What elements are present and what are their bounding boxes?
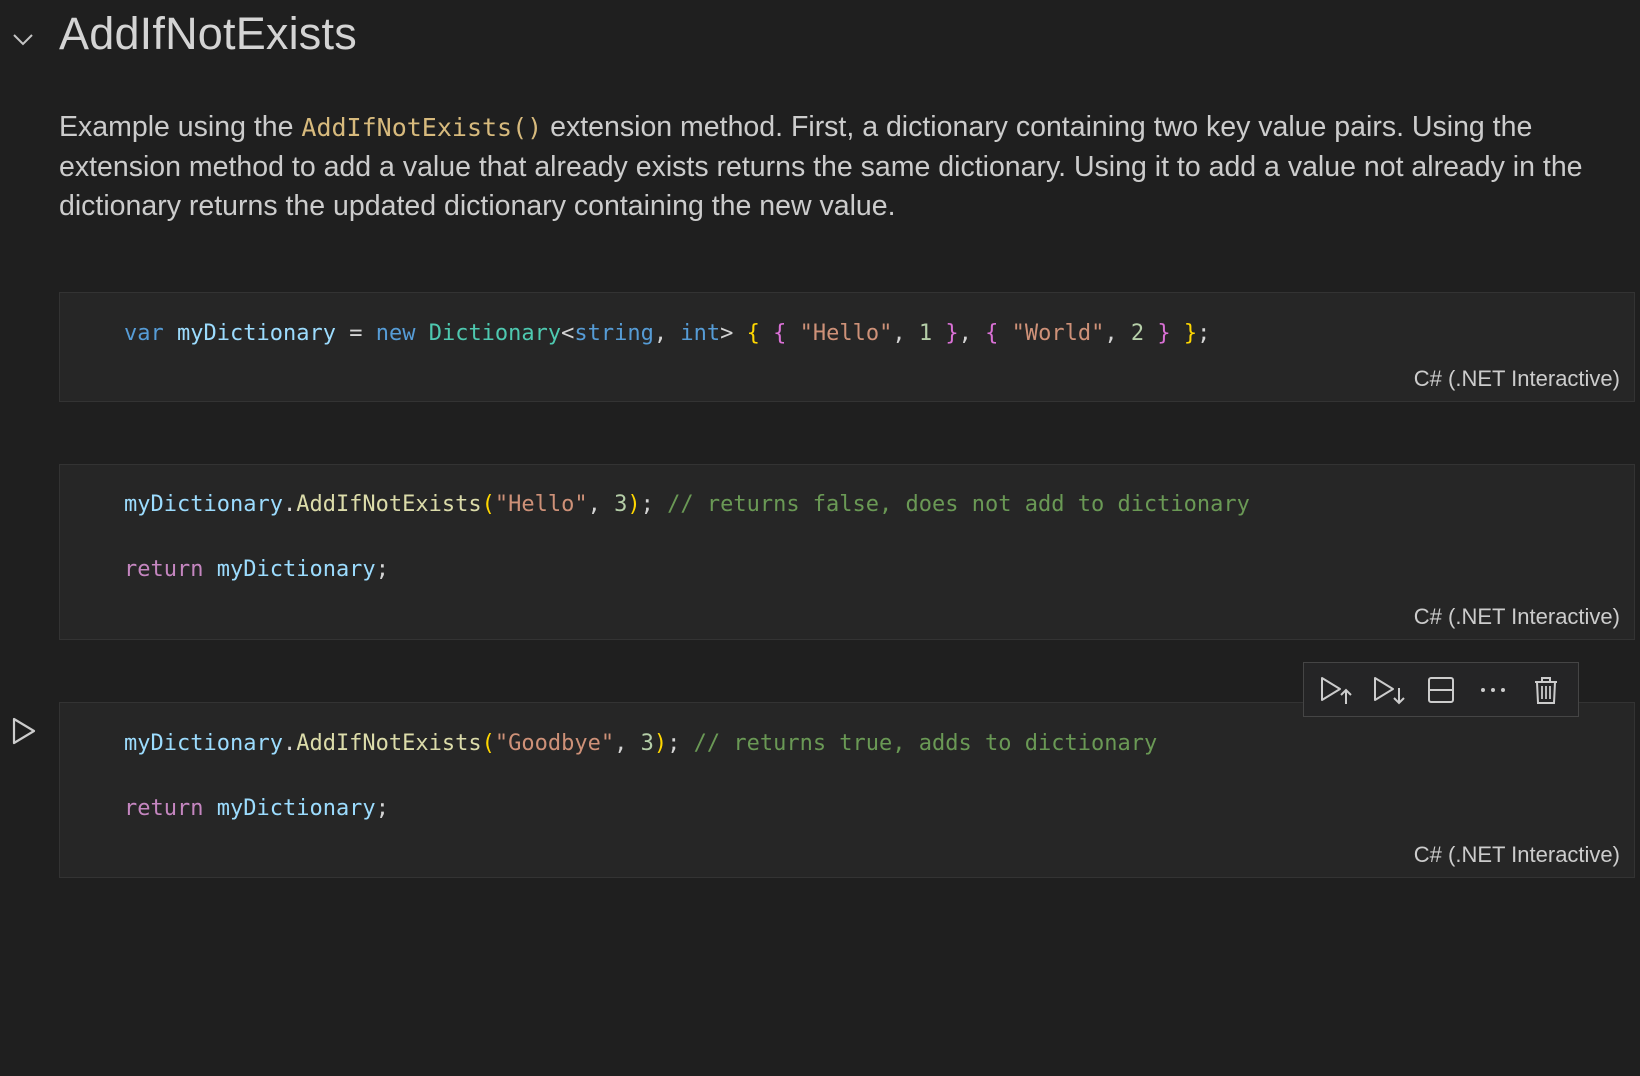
run-above-button[interactable] <box>1316 670 1356 710</box>
code-token: new <box>375 321 416 346</box>
code-token: return <box>124 557 204 582</box>
code-token: "Goodbye" <box>494 731 615 756</box>
code-token: ; <box>375 796 389 821</box>
code-token: ( <box>481 492 495 517</box>
code-token: AddIfNotExists <box>296 731 482 756</box>
language-label[interactable]: C# (.NET Interactive) <box>1414 842 1620 868</box>
code-token: } <box>1157 321 1171 346</box>
code-token: myDictionary <box>216 796 376 821</box>
section-header: AddIfNotExists <box>0 0 1640 80</box>
code-token: ) <box>653 731 668 756</box>
code-token: return <box>124 796 204 821</box>
code-token: = <box>335 321 376 346</box>
code-token: ; <box>1197 321 1211 346</box>
code-token: . <box>282 492 297 517</box>
code-token: 2 <box>1130 321 1145 346</box>
code-line[interactable]: myDictionary.AddIfNotExists("Hello", 3);… <box>124 492 1250 517</box>
code-token: ; <box>667 731 694 756</box>
code-token: // returns false, does not add to dictio… <box>667 492 1250 517</box>
code-token: , <box>587 492 615 517</box>
code-token: 1 <box>918 321 933 346</box>
code-token: 3 <box>614 492 628 517</box>
more-actions-button[interactable] <box>1473 670 1513 710</box>
code-token: ; <box>640 492 668 517</box>
code-line[interactable]: return myDictionary; <box>124 557 389 582</box>
code-token: { <box>773 321 787 346</box>
code-token: "Hello" <box>494 492 588 517</box>
code-token: 3 <box>640 731 654 756</box>
code-cell-2[interactable]: myDictionary.AddIfNotExists("Hello", 3);… <box>59 464 1635 640</box>
more-actions-icon <box>1481 687 1506 692</box>
code-token: , <box>653 321 681 346</box>
code-token: { <box>985 321 999 346</box>
split-cell-button[interactable] <box>1421 670 1461 710</box>
code-token: "World" <box>1011 321 1105 346</box>
run-cell-icon[interactable] <box>10 715 38 747</box>
code-token: ; <box>375 557 389 582</box>
split-cell-icon <box>1427 676 1454 703</box>
code-token: string <box>574 321 654 346</box>
code-token: , <box>614 731 641 756</box>
run-below-button[interactable] <box>1369 670 1409 710</box>
code-token: myDictionary <box>216 557 376 582</box>
code-token: int <box>680 321 721 346</box>
run-above-icon <box>1321 676 1352 704</box>
code-token: Dictionary <box>428 321 562 346</box>
code-line[interactable]: myDictionary.AddIfNotExists("Goodbye", 3… <box>124 731 1157 756</box>
language-label[interactable]: C# (.NET Interactive) <box>1414 366 1620 392</box>
code-token: } <box>945 321 959 346</box>
delete-cell-icon <box>1534 676 1557 704</box>
code-cell-3[interactable]: myDictionary.AddIfNotExists("Goodbye", 3… <box>59 702 1635 878</box>
code-token: myDictionary <box>124 731 283 756</box>
markdown-text-before: Example using the <box>59 111 302 143</box>
chevron-down-icon[interactable] <box>10 26 36 52</box>
code-token: { <box>746 321 760 346</box>
section-title: AddIfNotExists <box>59 8 357 59</box>
code-line[interactable]: var myDictionary = new Dictionary<string… <box>124 321 1210 346</box>
cell-toolbar <box>1303 662 1579 717</box>
code-token: AddIfNotExists <box>296 492 482 517</box>
markdown-cell[interactable]: Example using the AddIfNotExists() exten… <box>59 108 1631 227</box>
code-token: . <box>282 731 297 756</box>
code-token: // returns true, adds to dictionary <box>693 731 1158 756</box>
code-token: var <box>124 321 164 346</box>
run-below-icon <box>1373 676 1405 704</box>
code-token: } <box>1183 321 1198 346</box>
code-line[interactable]: return myDictionary; <box>124 796 389 821</box>
code-token: > <box>720 321 747 346</box>
inline-code: AddIfNotExists() <box>301 113 543 142</box>
code-token: , <box>892 321 919 346</box>
code-token: ) <box>627 492 641 517</box>
language-label[interactable]: C# (.NET Interactive) <box>1414 604 1620 630</box>
code-token: myDictionary <box>124 492 283 517</box>
code-token: "Hello" <box>799 321 893 346</box>
code-token: < <box>561 321 575 346</box>
code-token: ( <box>481 731 495 756</box>
code-token: myDictionary <box>177 321 336 346</box>
code-token: , <box>958 321 986 346</box>
code-token: , <box>1104 321 1131 346</box>
delete-cell-button[interactable] <box>1526 670 1566 710</box>
code-cell-1[interactable]: var myDictionary = new Dictionary<string… <box>59 292 1635 402</box>
